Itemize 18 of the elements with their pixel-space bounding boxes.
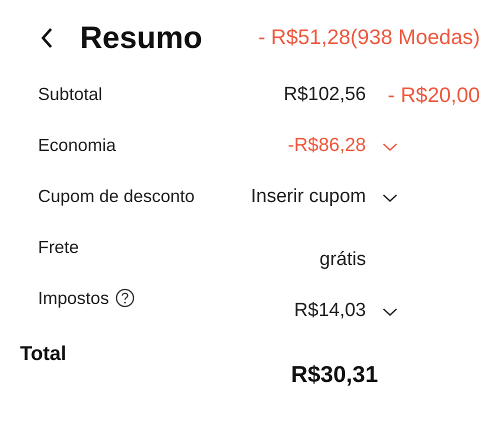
value-dropdown[interactable]: Inserir cupom xyxy=(250,186,366,208)
row-value: R$102,56 xyxy=(284,84,366,106)
coins-discount: - R$51,28(938 Moedas) xyxy=(258,26,480,50)
row-label: Subtotal xyxy=(38,84,102,105)
page-title: Resumo xyxy=(80,20,202,56)
chevron-down-icon[interactable] xyxy=(382,307,398,317)
row-value: grátis xyxy=(320,249,366,271)
chevron-down-icon[interactable] xyxy=(382,193,398,203)
discount-value: - R$20,00 xyxy=(388,84,480,108)
value-dropdown[interactable]: R$14,03 xyxy=(294,300,366,322)
total-label: Total xyxy=(20,343,68,367)
row-label: Economia xyxy=(38,135,116,156)
total-value: R$30,31 xyxy=(291,361,378,388)
help-icon[interactable] xyxy=(115,288,135,308)
row-label: Cupom de desconto xyxy=(38,186,195,207)
back-icon[interactable] xyxy=(40,27,54,49)
row-label: Frete xyxy=(38,237,79,258)
row-label: Impostos xyxy=(38,288,109,309)
